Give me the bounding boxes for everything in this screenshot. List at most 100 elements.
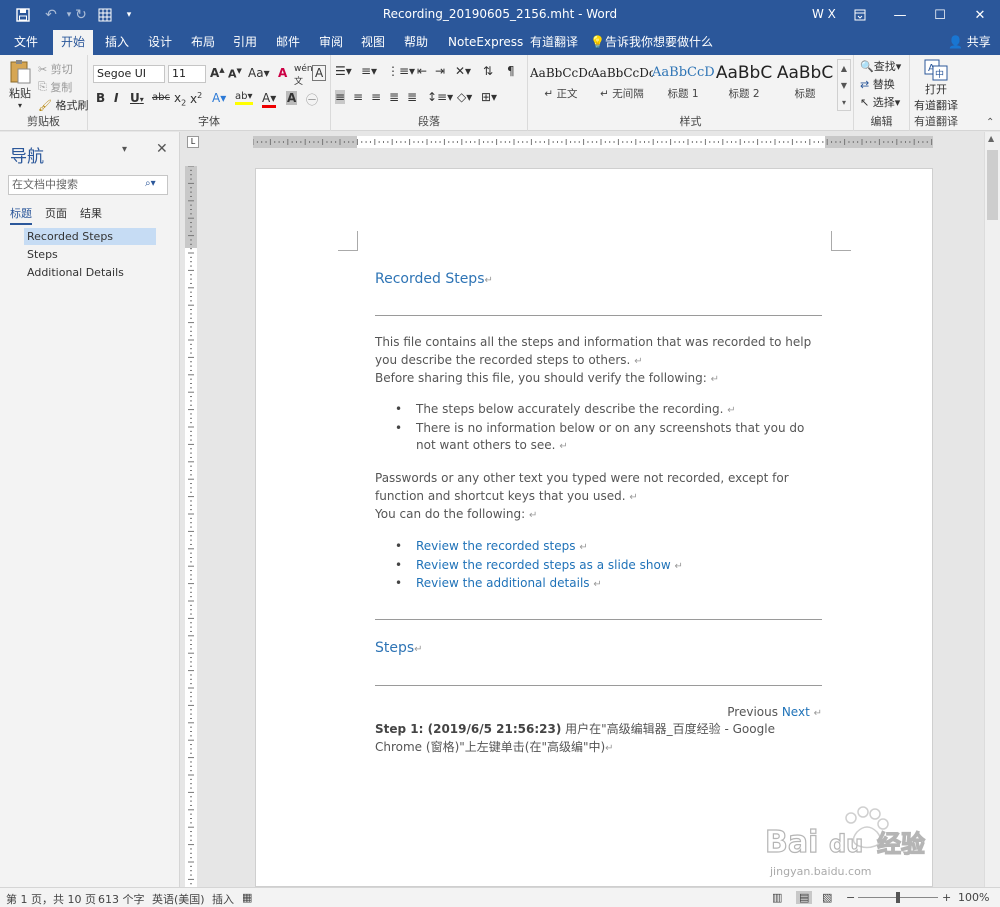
macro-record-icon[interactable]: ▦ — [242, 891, 252, 904]
show-marks-icon[interactable]: ¶ — [507, 64, 515, 78]
tab-home[interactable]: 开始 — [53, 30, 94, 55]
change-case-icon[interactable]: Aa▾ — [248, 66, 270, 80]
tab-review[interactable]: 审阅 — [311, 30, 351, 55]
word-count[interactable]: 613 个字 — [98, 891, 145, 907]
tab-layout[interactable]: 布局 — [183, 30, 223, 55]
slideshow-link[interactable]: Review the recorded steps as a slide sho… — [416, 558, 671, 572]
bold-icon[interactable]: B — [96, 91, 105, 105]
maximize-button[interactable]: ☐ — [920, 0, 960, 30]
review-steps-link[interactable]: Review the recorded steps — [416, 539, 576, 553]
replace-button[interactable]: ⇄ 替换 — [860, 76, 895, 92]
chinese-layout-icon[interactable]: ✕▾ — [455, 64, 471, 78]
style-heading-2[interactable]: AaBbC 标题 2 — [713, 60, 775, 110]
select-button[interactable]: ↖ 选择 ▾ — [860, 94, 900, 110]
tab-noteexpress[interactable]: NoteExpress — [440, 30, 531, 55]
additional-details-link[interactable]: Review the additional details — [416, 576, 590, 590]
style-heading-1[interactable]: AaBbCcD 标题 1 — [652, 60, 714, 110]
font-size-select[interactable]: 11 — [168, 65, 206, 83]
nav-item-recorded-steps[interactable]: Recorded Steps — [24, 228, 156, 245]
horizontal-ruler[interactable]: L — [181, 132, 984, 152]
enclose-characters-icon[interactable]: ㊀ — [306, 91, 318, 108]
decrease-indent-icon[interactable]: ⇤ — [417, 64, 427, 78]
font-name-select[interactable]: Segoe UI — [93, 65, 165, 83]
borders-icon[interactable]: ⊞▾ — [481, 90, 497, 104]
nav-search-input[interactable]: 在文档中搜索 — [8, 175, 168, 195]
zoom-slider-thumb[interactable] — [896, 892, 900, 903]
highlight-icon[interactable]: ab▾ — [235, 91, 253, 105]
styles-scroll-buttons[interactable]: ▲ ▼ ▾ — [837, 59, 851, 111]
bullets-icon[interactable]: ☰▾ — [335, 64, 352, 78]
multilevel-list-icon[interactable]: ⋮≡▾ — [387, 64, 415, 78]
style-no-spacing[interactable]: AaBbCcDc ↵ 无间隔 — [591, 60, 653, 110]
tab-design[interactable]: 设计 — [140, 30, 180, 55]
find-button[interactable]: 🔍 查找 ▾ — [860, 58, 901, 74]
align-center-icon[interactable]: ≡ — [353, 90, 363, 104]
character-shading-icon[interactable]: A — [286, 91, 298, 105]
align-right-icon[interactable]: ≡ — [371, 90, 381, 104]
sort-icon[interactable]: ⇅ — [483, 64, 493, 78]
underline-icon[interactable]: U▾ — [130, 91, 144, 105]
subscript-icon[interactable]: x2 — [174, 91, 186, 107]
character-border-icon[interactable]: A — [312, 65, 327, 81]
close-button[interactable]: ✕ — [960, 0, 1000, 30]
vertical-scrollbar[interactable]: ▲ — [984, 132, 1000, 887]
ribbon-display-icon[interactable] — [840, 0, 880, 30]
phonetic-guide-icon[interactable]: wén 文 — [294, 64, 313, 87]
pane-options-icon[interactable]: ▾ — [122, 144, 127, 155]
nav-tab-headings[interactable]: 标题 — [10, 205, 32, 225]
tab-insert[interactable]: 插入 — [97, 30, 137, 55]
insert-mode[interactable]: 插入 — [212, 891, 234, 907]
grow-font-icon[interactable]: A▲ — [210, 66, 225, 80]
copy-button[interactable]: ⎘ 复制 — [38, 79, 72, 95]
page-count[interactable]: 第 1 页，共 10 页 — [6, 891, 96, 907]
align-left-icon[interactable]: ≡ — [335, 90, 346, 104]
superscript-icon[interactable]: x2 — [190, 91, 202, 106]
justify-icon[interactable]: ≣ — [389, 90, 399, 104]
clear-formatting-icon[interactable]: A — [278, 66, 287, 80]
read-mode-icon[interactable]: ▥ — [772, 891, 782, 904]
shading-icon[interactable]: ◇▾ — [457, 90, 472, 104]
distributed-icon[interactable]: ≣ — [407, 90, 417, 104]
user-name[interactable]: W X — [812, 7, 836, 21]
zoom-out-icon[interactable]: − — [846, 891, 855, 904]
tab-youdao[interactable]: 有道翻译 — [522, 30, 586, 55]
search-icon[interactable]: ⌕▾ — [145, 178, 156, 189]
tab-mailings[interactable]: 邮件 — [268, 30, 308, 55]
scroll-thumb[interactable] — [987, 150, 998, 220]
zoom-level[interactable]: 100% — [958, 891, 989, 904]
tab-references[interactable]: 引用 — [225, 30, 265, 55]
font-color-icon[interactable]: A▾ — [262, 91, 277, 108]
scroll-up-icon[interactable]: ▲ — [988, 134, 994, 143]
collapse-ribbon-icon[interactable]: ⌃ — [986, 117, 994, 128]
tab-selector-icon[interactable]: L — [187, 136, 199, 148]
format-painter-button[interactable]: 🖌 格式刷 — [38, 97, 88, 113]
nav-item-additional-details[interactable]: Additional Details — [24, 264, 156, 281]
share-button[interactable]: 👤 共享 — [948, 30, 991, 55]
tab-view[interactable]: 视图 — [353, 30, 393, 55]
language[interactable]: 英语(美国) — [152, 891, 205, 907]
minimize-button[interactable]: — — [880, 0, 920, 30]
print-layout-icon[interactable]: ▤ — [796, 891, 813, 904]
style-normal[interactable]: AaBbCcDc ↵ 正文 — [530, 60, 592, 110]
numbering-icon[interactable]: ≡▾ — [361, 64, 377, 78]
style-title[interactable]: AaBbC 标题 — [774, 60, 836, 110]
next-link[interactable]: Next — [782, 705, 810, 719]
cut-button[interactable]: ✂ 剪切 — [38, 61, 73, 77]
shrink-font-icon[interactable]: A▼ — [228, 67, 242, 81]
close-pane-icon[interactable]: ✕ — [156, 141, 168, 157]
vertical-ruler[interactable] — [181, 152, 201, 887]
italic-icon[interactable]: I — [114, 91, 118, 105]
strikethrough-icon[interactable]: abc — [152, 92, 170, 103]
youdao-open-button[interactable]: A中 打开 有道翻译 — [914, 59, 958, 113]
paste-button[interactable]: 粘贴 ▾ — [6, 59, 34, 110]
zoom-in-icon[interactable]: + — [942, 891, 951, 904]
nav-item-steps[interactable]: Steps — [24, 246, 156, 263]
increase-indent-icon[interactable]: ⇥ — [435, 64, 445, 78]
web-layout-icon[interactable]: ▧ — [822, 891, 832, 904]
text-effects-icon[interactable]: A▾ — [212, 91, 226, 105]
tell-me-search[interactable]: 💡告诉我你想要做什么 — [590, 30, 713, 55]
line-spacing-icon[interactable]: ↕≡▾ — [427, 90, 453, 104]
tab-help[interactable]: 帮助 — [396, 30, 436, 55]
nav-tab-pages[interactable]: 页面 — [45, 205, 67, 221]
nav-tab-results[interactable]: 结果 — [80, 205, 102, 221]
